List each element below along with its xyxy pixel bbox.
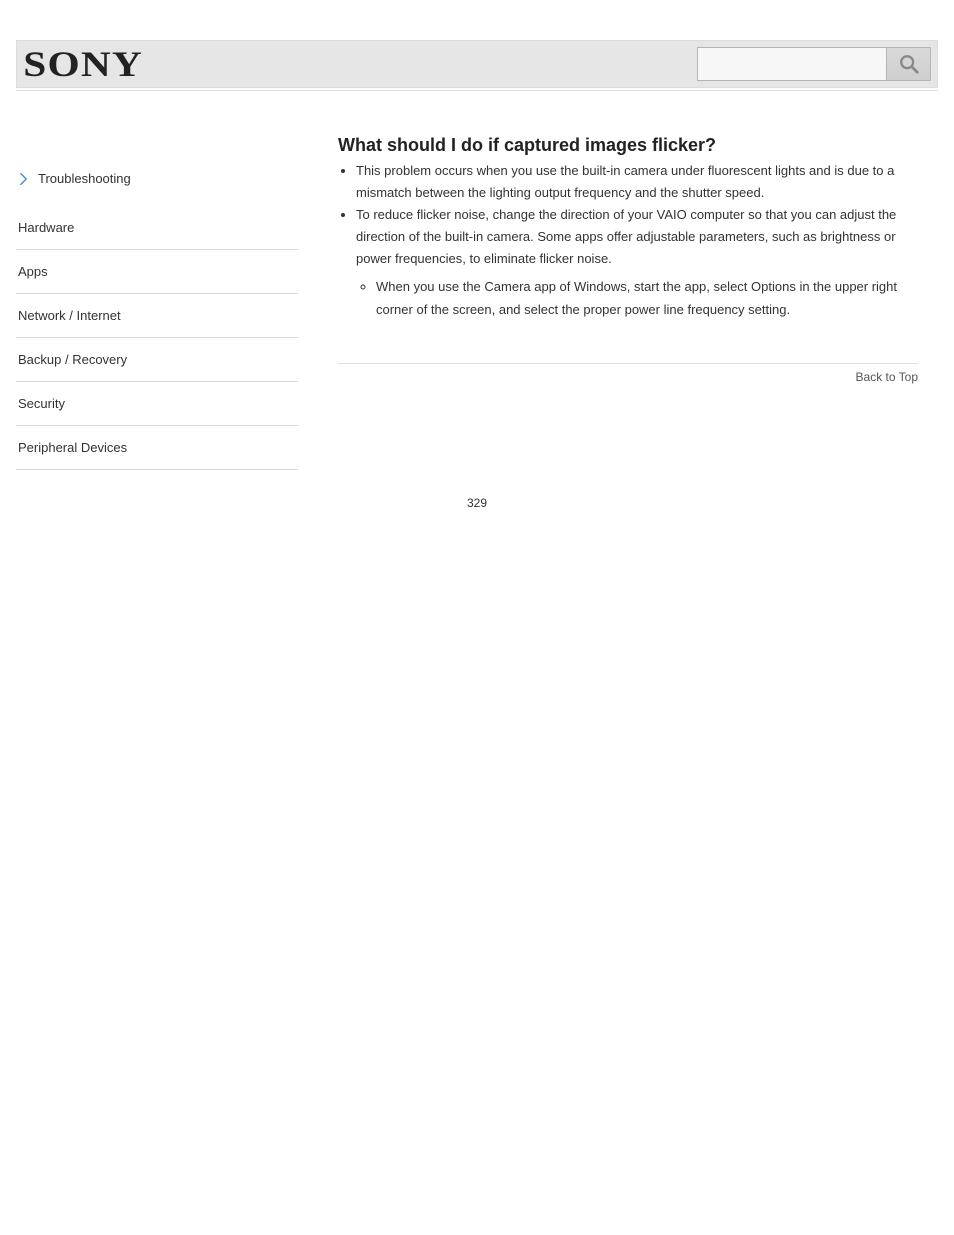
sidebar: Troubleshooting Hardware Apps Network / … (16, 111, 298, 470)
top-bar: SONY (16, 40, 938, 88)
search-input[interactable] (697, 47, 887, 81)
bullet-item: This problem occurs when you use the bui… (356, 160, 918, 204)
search-box (697, 47, 931, 81)
main-content: What should I do if captured images flic… (338, 111, 918, 470)
sidebar-item-backup[interactable]: Backup / Recovery (16, 338, 298, 382)
sub-bullet-item: When you use the Camera app of Windows, … (376, 276, 918, 320)
page-number: 329 (0, 496, 954, 510)
bullet-item: To reduce flicker noise, change the dire… (356, 204, 918, 320)
sidebar-item-security[interactable]: Security (16, 382, 298, 426)
sony-logo: SONY (21, 43, 143, 85)
sidebar-item-hardware[interactable]: Hardware (16, 206, 298, 250)
breadcrumb[interactable]: Troubleshooting (16, 171, 298, 206)
breadcrumb-label: Troubleshooting (38, 171, 131, 186)
page-title: What should I do if captured images flic… (338, 135, 918, 156)
search-icon (898, 53, 920, 75)
search-button[interactable] (887, 47, 931, 81)
sidebar-item-apps[interactable]: Apps (16, 250, 298, 294)
article-body: This problem occurs when you use the bui… (338, 160, 918, 321)
chevron-right-icon (16, 172, 30, 186)
content-divider (338, 363, 918, 364)
back-to-top-link[interactable]: Back to Top (338, 370, 918, 384)
sidebar-item-peripheral[interactable]: Peripheral Devices (16, 426, 298, 470)
sidebar-item-network[interactable]: Network / Internet (16, 294, 298, 338)
bullet-text: To reduce flicker noise, change the dire… (356, 207, 896, 266)
